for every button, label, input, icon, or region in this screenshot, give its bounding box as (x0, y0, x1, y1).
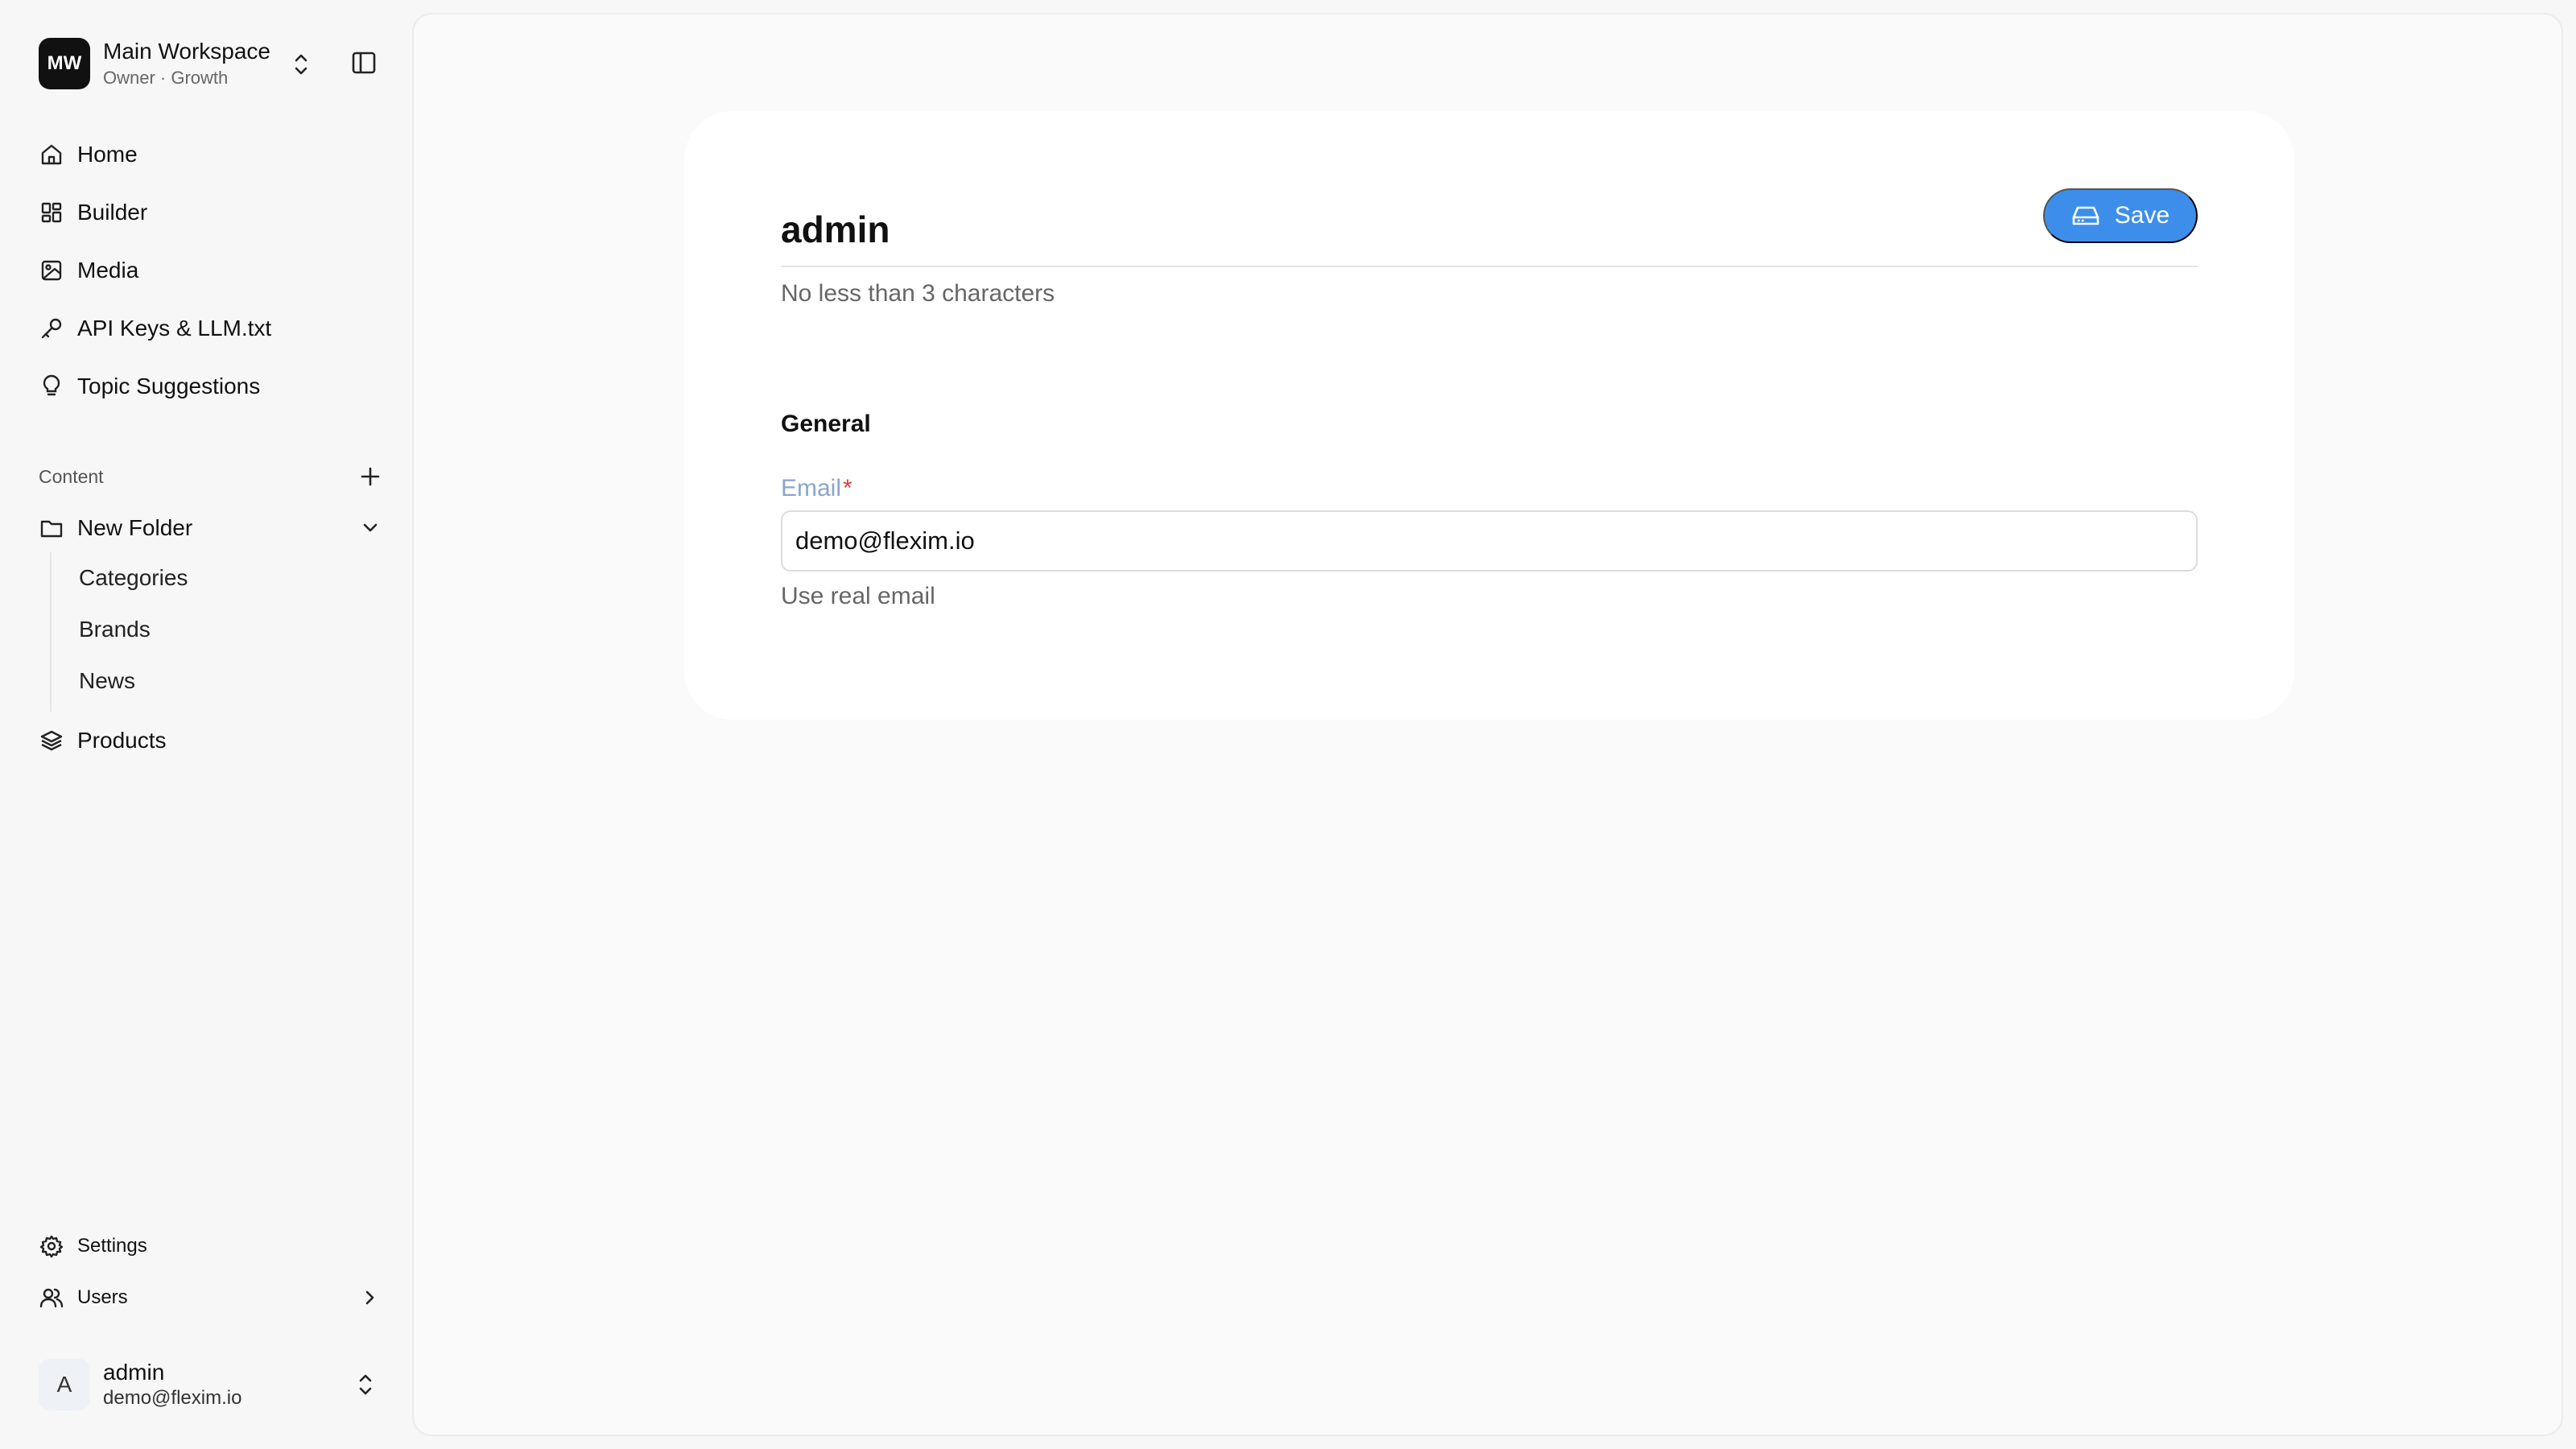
nav-item-label: Media (77, 258, 139, 283)
hard-drive-icon (2071, 204, 2100, 227)
folder-label: New Folder (77, 515, 193, 540)
sidebar-products-wrapper: Products (39, 712, 385, 770)
sidebar-item-settings[interactable]: Settings (39, 1220, 385, 1272)
user-info: admin demo@flexim.io (103, 1359, 242, 1410)
nav-item-media[interactable]: Media (39, 242, 385, 299)
nav-item-label: Home (77, 142, 138, 167)
key-icon (39, 316, 64, 341)
content-label: Content (39, 465, 104, 487)
nav-item-topic-suggestions[interactable]: Topic Suggestions (39, 357, 385, 415)
add-content-button[interactable] (356, 462, 385, 491)
content-section-header: Content (39, 457, 385, 496)
save-button[interactable]: Save (2043, 188, 2198, 243)
email-field[interactable] (781, 510, 2198, 572)
email-label: Email* (781, 475, 2198, 502)
folder-new-folder[interactable]: New Folder (39, 504, 385, 552)
required-mark: * (843, 475, 852, 502)
main-pane: admin Save No less than 3 characters Gen… (412, 13, 2563, 1436)
chevron-right-icon[interactable] (356, 1283, 385, 1312)
nav-item-builder[interactable]: Builder (39, 184, 385, 242)
user-email: demo@flexim.io (103, 1387, 242, 1409)
sidebar: MW Main Workspace Owner · Growth Home Bu… (0, 0, 411, 1449)
save-label: Save (2114, 202, 2170, 229)
email-label-text: Email (781, 475, 842, 502)
settings-label: Settings (77, 1235, 147, 1257)
sidebar-item-brands[interactable]: Brands (52, 604, 380, 655)
lightbulb-icon (39, 374, 64, 399)
avatar: A (39, 1359, 90, 1410)
form-body: admin Save No less than 3 characters Gen… (781, 188, 2198, 610)
users-icon (39, 1285, 64, 1311)
sidebar-toggle-icon[interactable] (349, 48, 378, 77)
workspace-subtitle: Owner · Growth (103, 68, 229, 88)
sidebar-item-categories[interactable]: Categories (52, 552, 380, 604)
title-helper-text: No less than 3 characters (781, 280, 1055, 307)
home-icon (39, 142, 64, 167)
nav-item-label: Topic Suggestions (77, 374, 261, 398)
users-label: Users (77, 1286, 128, 1308)
nav-item-api-keys[interactable]: API Keys & LLM.txt (39, 299, 385, 357)
chevrons-up-down-icon[interactable] (288, 50, 314, 79)
gear-icon (39, 1233, 64, 1259)
grid-icon (39, 200, 64, 225)
workspace-name: Main Workspace (103, 39, 271, 64)
folder-icon (39, 515, 64, 541)
nav-item-label: Builder (77, 200, 148, 225)
user-name: admin (103, 1360, 165, 1385)
layers-icon (39, 728, 64, 753)
plus-icon (361, 467, 380, 486)
sidebar-item-news[interactable]: News (52, 655, 380, 707)
image-icon (39, 258, 64, 283)
nav-item-label: Products (77, 728, 167, 753)
chevrons-up-down-icon[interactable] (353, 1370, 378, 1399)
nav-item-label: API Keys & LLM.txt (77, 316, 272, 341)
bottom-nav: Settings Users (39, 1220, 385, 1323)
workspace-switcher[interactable]: MW Main Workspace Owner · Growth (39, 37, 385, 90)
workspace-info: Main Workspace Owner · Growth (103, 38, 270, 89)
title-row: admin Save (781, 188, 2198, 267)
user-menu[interactable]: A admin demo@flexim.io (39, 1357, 385, 1412)
folder-children: Categories Brands News (50, 552, 380, 712)
sidebar-item-products[interactable]: Products (39, 712, 385, 770)
app: MW Main Workspace Owner · Growth Home Bu… (0, 0, 2576, 1449)
title-input[interactable]: admin (781, 208, 890, 251)
sidebar-item-users[interactable]: Users (39, 1272, 385, 1323)
form-card: admin Save No less than 3 characters Gen… (684, 111, 2294, 720)
workspace-logo: MW (39, 38, 90, 89)
section-title: General (781, 411, 871, 437)
main-nav: Home Builder Media API Keys & LLM.txt To… (39, 126, 385, 415)
nav-item-home[interactable]: Home (39, 126, 385, 184)
chevron-down-icon[interactable] (356, 514, 385, 543)
email-helper-text: Use real email (781, 583, 935, 609)
